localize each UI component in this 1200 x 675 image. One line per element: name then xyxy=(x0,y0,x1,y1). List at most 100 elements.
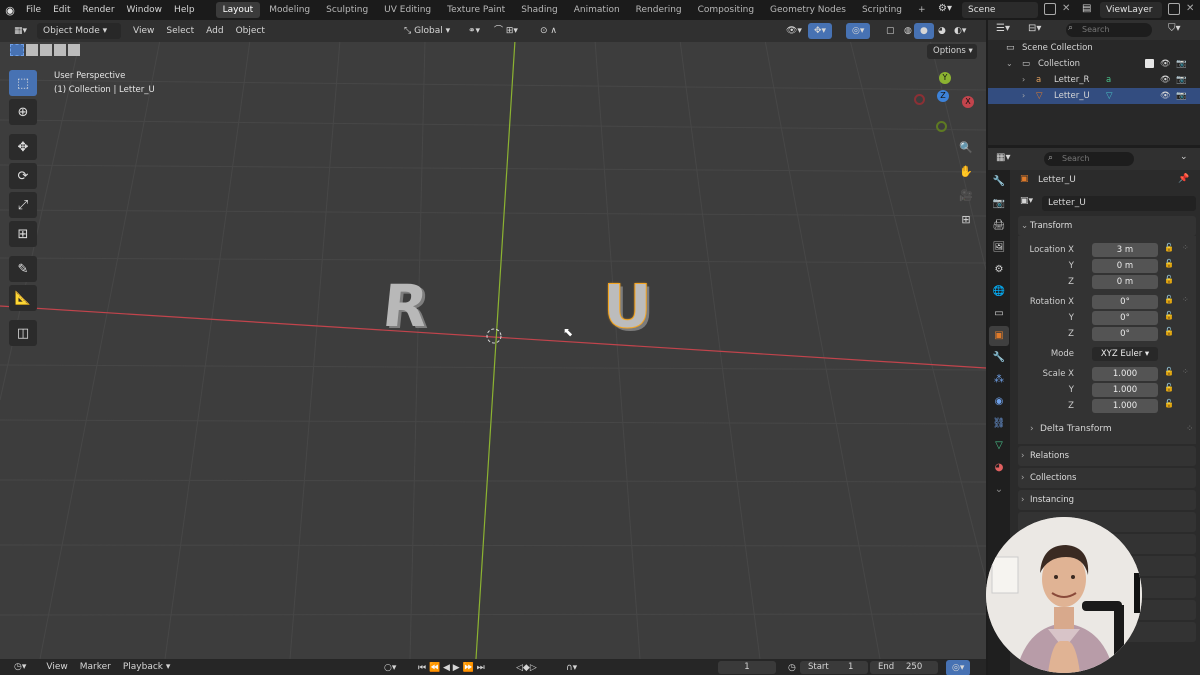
tab-geometry-nodes[interactable]: Geometry Nodes xyxy=(763,2,853,18)
instancing-panel-header[interactable]: › Instancing xyxy=(1018,490,1196,510)
lock-icon[interactable]: 🔓 xyxy=(1164,367,1174,376)
delete-view-layer-icon[interactable]: ✕ xyxy=(1186,3,1194,14)
keyframe-jump-icons[interactable]: ◁◆▷ xyxy=(510,660,543,675)
timeline-menu-view[interactable]: View xyxy=(40,659,73,675)
current-frame-field[interactable]: 1 xyxy=(718,661,776,674)
physics-tab-icon[interactable]: ◉ xyxy=(989,392,1009,412)
collection-camera-icon[interactable]: 📷 xyxy=(1176,56,1187,72)
scale-z-field[interactable]: 1.000 xyxy=(1092,399,1158,413)
transform-panel-header[interactable]: ⌄ Transform xyxy=(1018,216,1196,236)
select-invert-icon[interactable] xyxy=(54,44,66,56)
start-frame-field[interactable]: Start 1 xyxy=(800,661,868,674)
scale-y-field[interactable]: 1.000 xyxy=(1092,383,1158,397)
new-scene-icon[interactable] xyxy=(1044,3,1056,15)
properties-search-input[interactable]: Search xyxy=(1044,152,1134,166)
navigation-gizmo[interactable]: Y X Z xyxy=(910,68,980,138)
drag-handle-icon[interactable]: ⁘ xyxy=(1186,424,1194,434)
scene-selector[interactable]: Scene xyxy=(962,2,1038,18)
location-x-field[interactable]: 3 m xyxy=(1092,243,1158,257)
playback-controls[interactable]: ⏮ ⏪ ◀ ▶ ⏩ ⏭ xyxy=(412,660,491,675)
shading-solid-icon[interactable]: ● xyxy=(914,23,934,39)
menu-object[interactable]: Object xyxy=(230,23,271,39)
location-z-field[interactable]: 0 m xyxy=(1092,275,1158,289)
pan-hand-icon[interactable]: ✋ xyxy=(956,162,976,182)
timeline-menu-playback[interactable]: Playback ▾ xyxy=(117,659,177,675)
timeline-editor-icon[interactable]: ◷▾ xyxy=(8,659,32,675)
letter-r-expand-icon[interactable]: › xyxy=(1022,72,1025,88)
lock-icon[interactable]: 🔓 xyxy=(1164,399,1174,408)
move-tool-icon[interactable]: ✥ xyxy=(9,134,37,160)
outliner-display-mode-icon[interactable]: ⊟▾ xyxy=(1028,23,1041,34)
mode-selector[interactable]: Object Mode ▾ xyxy=(37,23,122,39)
gizmo-x-axis[interactable]: X xyxy=(962,96,974,108)
particles-tab-icon[interactable]: ⁂ xyxy=(989,370,1009,390)
menu-window[interactable]: Window xyxy=(121,0,169,20)
options-dropdown[interactable]: Options ▾ xyxy=(927,44,977,59)
object-tab-icon[interactable]: ▣ xyxy=(989,326,1009,346)
select-box-tool-icon[interactable]: ⬚ xyxy=(9,70,37,96)
delete-scene-icon[interactable]: ✕ xyxy=(1062,3,1070,14)
rotation-mode-dropdown[interactable]: XYZ Euler ▾ xyxy=(1092,347,1158,361)
auto-keying-icon[interactable]: ○▾ xyxy=(378,660,402,675)
menu-add[interactable]: Add xyxy=(200,23,229,39)
letter-u-eye-icon[interactable]: 👁 xyxy=(1160,88,1171,104)
lock-icon[interactable]: 🔓 xyxy=(1164,383,1174,392)
letter-u-camera-icon[interactable]: 📷 xyxy=(1176,88,1187,104)
snap-icon[interactable]: ⌒ ⊞▾ xyxy=(488,23,524,39)
tab-modeling[interactable]: Modeling xyxy=(262,2,317,18)
tab-animation[interactable]: Animation xyxy=(567,2,627,18)
letter-r-eye-icon[interactable]: 👁 xyxy=(1160,72,1171,88)
3d-viewport[interactable]: ▦▾ Object Mode ▾ View Select Add Object … xyxy=(0,20,986,659)
lock-icon[interactable]: 🔓 xyxy=(1164,311,1174,320)
gizmo-z-axis[interactable]: Z xyxy=(937,90,949,102)
new-view-layer-icon[interactable] xyxy=(1168,3,1180,15)
measure-tool-icon[interactable]: 📐 xyxy=(9,285,37,311)
gizmo-neg-y[interactable] xyxy=(936,121,947,132)
outliner-scene-collection[interactable]: ▭ Scene Collection xyxy=(988,40,1200,56)
tab-sculpting[interactable]: Sculpting xyxy=(319,2,375,18)
collection-checkbox[interactable] xyxy=(1145,59,1154,68)
data-tab-icon[interactable]: ▽ xyxy=(989,436,1009,456)
add-cube-tool-icon[interactable]: ◫ xyxy=(9,320,37,346)
keying-set-icon[interactable]: ∩▾ xyxy=(560,660,583,675)
select-intersect-icon[interactable] xyxy=(68,44,80,56)
scene-tab-icon[interactable]: ⚙ xyxy=(989,260,1009,280)
tab-shading[interactable]: Shading xyxy=(514,2,565,18)
camera-view-icon[interactable]: 🎥 xyxy=(956,186,976,206)
timeline-options-icon[interactable]: ◎▾ xyxy=(946,660,971,675)
keyframe-dot-icon[interactable]: ⁘ xyxy=(1182,295,1189,304)
timeline-menu-marker[interactable]: Marker xyxy=(74,659,117,675)
view-layer-icon[interactable]: ▤ xyxy=(1082,3,1091,14)
ortho-grid-icon[interactable]: ⊞ xyxy=(956,210,976,230)
gizmo-toggle-icon[interactable]: ✥▾ xyxy=(808,23,833,39)
preview-range-icon[interactable]: ◷ xyxy=(782,660,802,675)
proportional-edit-icon[interactable]: ⊙ ∧ xyxy=(534,23,563,39)
blender-logo-icon[interactable]: ◉ xyxy=(0,0,20,20)
outliner-item-letter-r[interactable]: › a Letter_R a 👁 📷 xyxy=(988,72,1200,88)
gizmo-neg-x[interactable] xyxy=(914,94,925,105)
more-tabs-icon[interactable]: ⌄ xyxy=(989,480,1009,500)
location-y-field[interactable]: 0 m xyxy=(1092,259,1158,273)
overlay-toggle-icon[interactable]: ◎▾ xyxy=(846,23,871,39)
rotate-tool-icon[interactable]: ⟳ xyxy=(9,163,37,189)
pivot-icon[interactable]: ⚭▾ xyxy=(462,23,486,39)
collection-expand-icon[interactable]: ⌄ xyxy=(1006,56,1013,72)
menu-edit[interactable]: Edit xyxy=(47,0,76,20)
tab-rendering[interactable]: Rendering xyxy=(629,2,689,18)
outliner-collection-row[interactable]: ⌄ ▭ Collection 👁 📷 xyxy=(988,56,1200,72)
select-subtract-icon[interactable] xyxy=(40,44,52,56)
letter-r-object[interactable]: R xyxy=(379,272,431,340)
letter-u-object-selected[interactable]: U xyxy=(603,272,653,343)
view-layer-selector[interactable]: ViewLayer xyxy=(1100,2,1162,18)
outliner-editor-icon[interactable]: ☰▾ xyxy=(996,23,1010,34)
menu-select[interactable]: Select xyxy=(160,23,200,39)
letter-r-camera-icon[interactable]: 📷 xyxy=(1176,72,1187,88)
view-layer-tab-icon[interactable]: 🖼 xyxy=(989,238,1009,258)
collections-panel-header[interactable]: › Collections xyxy=(1018,468,1196,488)
tool-tab-icon[interactable]: 🔧 xyxy=(989,172,1009,192)
letter-u-expand-icon[interactable]: › xyxy=(1022,88,1025,104)
menu-help[interactable]: Help xyxy=(168,0,201,20)
tab-uv-editing[interactable]: UV Editing xyxy=(377,2,438,18)
outliner-item-letter-u[interactable]: › ▽ Letter_U ▽ 👁 📷 xyxy=(988,88,1200,104)
world-tab-icon[interactable]: 🌐 xyxy=(989,282,1009,302)
